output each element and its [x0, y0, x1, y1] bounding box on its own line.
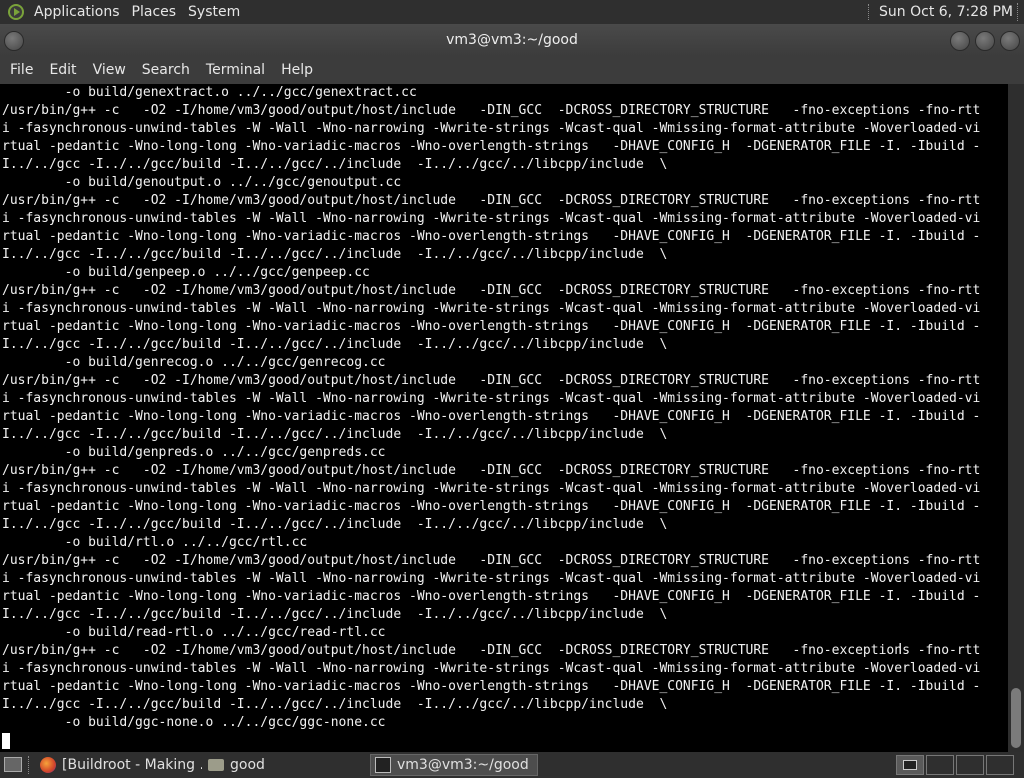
menu-help[interactable]: Help — [273, 62, 321, 78]
terminal-line: rtual -pedantic -Wno-long-long -Wno-vari… — [2, 499, 981, 514]
distro-logo-icon[interactable] — [8, 4, 24, 20]
terminal-line: rtual -pedantic -Wno-long-long -Wno-vari… — [2, 319, 981, 334]
terminal-output[interactable]: -o build/genextract.o ../../gcc/genextra… — [0, 84, 1008, 752]
terminal-line: I../../gcc -I../../gcc/build -I../../gcc… — [2, 337, 668, 352]
terminal-line: -o build/genextract.o ../../gcc/genextra… — [2, 85, 417, 100]
menu-file[interactable]: File — [0, 62, 41, 78]
terminal-line: rtual -pedantic -Wno-long-long -Wno-vari… — [2, 139, 981, 154]
terminal-line: /usr/bin/g++ -c -O2 -I/home/vm3/good/out… — [2, 103, 981, 118]
top-panel: Applications Places System Sun Oct 6, 7:… — [0, 0, 1024, 24]
menu-view[interactable]: View — [85, 62, 134, 78]
terminal-line: i -fasynchronous-unwind-tables -W -Wall … — [2, 121, 981, 136]
text-cursor — [2, 733, 10, 749]
terminal-line: i -fasynchronous-unwind-tables -W -Wall … — [2, 211, 981, 226]
terminal-line: -o build/genoutput.o ../../gcc/genoutput… — [2, 175, 402, 190]
terminal-line: -o build/genpeep.o ../../gcc/genpeep.cc — [2, 265, 370, 280]
terminal-line: i -fasynchronous-unwind-tables -W -Wall … — [2, 661, 981, 676]
system-menu[interactable]: System — [182, 4, 246, 20]
terminal-scrollbar[interactable] — [1008, 84, 1024, 752]
workspace-1[interactable] — [896, 755, 924, 775]
task-buildroot[interactable]: [Buildroot - Making ... — [36, 754, 202, 776]
task-label: vm3@vm3:~/good — [397, 757, 529, 773]
terminal-line — [0, 732, 1008, 750]
terminal-line: I../../gcc -I../../gcc/build -I../../gcc… — [2, 427, 668, 442]
terminal-line: /usr/bin/g++ -c -O2 -I/home/vm3/good/out… — [2, 553, 981, 568]
terminal-line: I../../gcc -I../../gcc/build -I../../gcc… — [2, 247, 668, 262]
panel-grip-icon — [1017, 3, 1022, 21]
menu-terminal[interactable]: Terminal — [198, 62, 273, 78]
terminal-line: /usr/bin/g++ -c -O2 -I/home/vm3/good/out… — [2, 643, 981, 658]
top-panel-right: Sun Oct 6, 7:28 PM — [868, 0, 1024, 24]
terminal-line: rtual -pedantic -Wno-long-long -Wno-vari… — [2, 229, 981, 244]
window-titlebar[interactable]: vm3@vm3:~/good — [0, 24, 1024, 56]
maximize-button[interactable] — [975, 31, 995, 51]
task-label: good — [230, 757, 265, 773]
menu-search[interactable]: Search — [134, 62, 198, 78]
show-desktop-icon[interactable] — [4, 757, 22, 772]
window-title: vm3@vm3:~/good — [446, 32, 578, 48]
workspace-window-icon — [903, 760, 917, 770]
bottom-panel: [Buildroot - Making ... good vm3@vm3:~/g… — [0, 752, 1024, 778]
ibeam-cursor-icon: I — [898, 640, 903, 658]
applications-menu[interactable]: Applications — [28, 4, 126, 20]
terminal-line: I../../gcc -I../../gcc/build -I../../gcc… — [2, 607, 668, 622]
workspace-4[interactable] — [986, 755, 1014, 775]
terminal-line: -o build/genpreds.o ../../gcc/genpreds.c… — [2, 445, 386, 460]
terminal-menubar: File Edit View Search Terminal Help — [0, 56, 1024, 84]
terminal-line: rtual -pedantic -Wno-long-long -Wno-vari… — [2, 679, 981, 694]
terminal-line: i -fasynchronous-unwind-tables -W -Wall … — [2, 571, 981, 586]
terminal-line: i -fasynchronous-unwind-tables -W -Wall … — [2, 481, 981, 496]
terminal-line: -o build/genrecog.o ../../gcc/genrecog.c… — [2, 355, 386, 370]
workspace-2[interactable] — [926, 755, 954, 775]
terminal-line: /usr/bin/g++ -c -O2 -I/home/vm3/good/out… — [2, 463, 981, 478]
places-menu[interactable]: Places — [126, 4, 183, 20]
terminal-line: /usr/bin/g++ -c -O2 -I/home/vm3/good/out… — [2, 193, 981, 208]
task-label: [Buildroot - Making ... — [62, 757, 202, 773]
terminal-line: /usr/bin/g++ -c -O2 -I/home/vm3/good/out… — [2, 373, 981, 388]
terminal-line: -o build/rtl.o ../../gcc/rtl.cc — [2, 535, 308, 550]
terminal-line: rtual -pedantic -Wno-long-long -Wno-vari… — [2, 589, 981, 604]
terminal-line: /usr/bin/g++ -c -O2 -I/home/vm3/good/out… — [2, 283, 981, 298]
terminal-line: -o build/read-rtl.o ../../gcc/read-rtl.c… — [2, 625, 386, 640]
terminal-line: I../../gcc -I../../gcc/build -I../../gcc… — [2, 517, 668, 532]
folder-icon — [208, 759, 224, 771]
close-button[interactable] — [1000, 31, 1020, 51]
minimize-button[interactable] — [950, 31, 970, 51]
terminal-line: rtual -pedantic -Wno-long-long -Wno-vari… — [2, 409, 981, 424]
terminal-line: I../../gcc -I../../gcc/build -I../../gcc… — [2, 157, 668, 172]
top-panel-menus: Applications Places System — [0, 0, 246, 24]
clock[interactable]: Sun Oct 6, 7:28 PM — [879, 4, 1017, 20]
panel-grip-icon — [28, 756, 33, 774]
workspace-3[interactable] — [956, 755, 984, 775]
terminal-line: i -fasynchronous-unwind-tables -W -Wall … — [2, 301, 981, 316]
scrollbar-thumb[interactable] — [1011, 688, 1021, 748]
terminal-line: i -fasynchronous-unwind-tables -W -Wall … — [2, 391, 981, 406]
task-good-folder[interactable]: good — [204, 754, 366, 776]
panel-grip-icon — [868, 4, 875, 20]
menu-edit[interactable]: Edit — [41, 62, 84, 78]
terminal-line: -o build/ggc-none.o ../../gcc/ggc-none.c… — [2, 715, 386, 730]
task-terminal[interactable]: vm3@vm3:~/good — [370, 754, 538, 776]
terminal-icon — [375, 757, 391, 773]
firefox-icon — [40, 757, 56, 773]
terminal-line: I../../gcc -I../../gcc/build -I../../gcc… — [2, 697, 668, 712]
